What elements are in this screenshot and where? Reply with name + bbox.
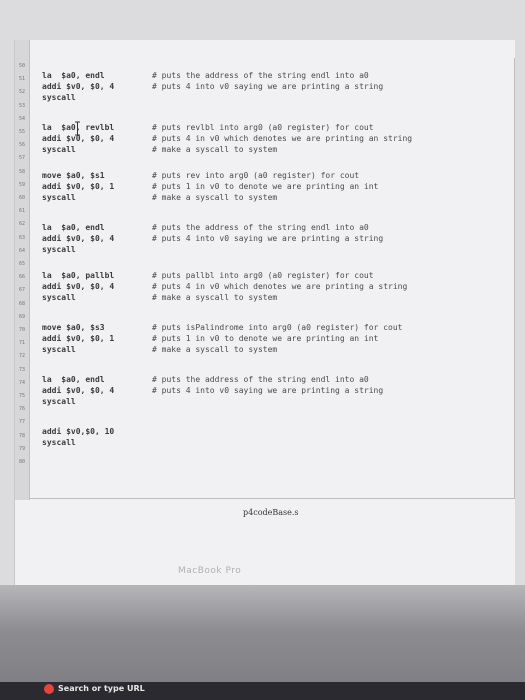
line-number: 52 [18,89,26,96]
line-number: 63 [18,234,26,241]
code-comment: # make a syscall to system [152,193,278,202]
code-comment: # puts 4 into v0 saying we are printing … [152,82,384,91]
code-line: syscall [42,293,76,302]
line-number: 71 [18,340,26,347]
line-number: 51 [18,76,26,83]
line-number: 76 [18,406,26,413]
code-line: syscall [42,397,76,406]
code-line: syscall [42,145,76,154]
line-number: 53 [18,102,26,109]
line-number: 55 [18,129,26,135]
code-line: syscall [42,438,76,447]
document-page: 50 51 52 53 54 55 56 57 58 59 60 61 62 63 64 65 66 67 68 69… [14,40,515,585]
browser-icon[interactable] [44,684,54,694]
line-number: 65 [18,261,26,267]
code-comment: # puts 4 into v0 saying we are printing … [152,234,384,243]
line-number: 68 [18,300,26,307]
line-number: 50 [18,63,26,69]
code-comment: # make a syscall to system [152,345,278,354]
line-number: 69 [18,313,26,320]
code-line: syscall [42,193,76,202]
line-number: 79 [18,445,26,452]
code-comment: # make a syscall to system [152,145,278,154]
file-name: p4codeBase.s [243,508,299,517]
line-number: 57 [18,155,26,162]
line-number: 62 [18,221,26,228]
line-number: 54 [18,115,26,122]
code-line: syscall [42,93,76,102]
code-listing[interactable]: la $a0, endl addi $v0, $0, 4 syscall # puts… [30,58,515,499]
line-number: 64 [18,247,26,254]
line-number: 75 [18,393,26,399]
code-line: syscall [42,245,76,254]
line-number: 72 [18,353,26,360]
line-number: 74 [18,379,26,386]
line-number: 59 [18,181,26,188]
search-label[interactable]: Search or type URL [58,684,145,693]
line-number: 77 [18,419,26,426]
brand-label: MacBook Pro [178,566,242,576]
line-number: 58 [18,168,26,175]
line-number: 80 [18,459,26,465]
line-number: 61 [18,208,26,215]
line-number: 78 [18,432,26,439]
line-number-gutter: 50 51 52 53 54 55 56 57 58 59 60 61 62 63 64 65 66 67 68 69… [15,40,30,500]
line-number: 70 [18,327,26,333]
line-number: 67 [18,287,26,294]
line-number: 66 [18,274,26,281]
line-number: 73 [18,366,26,373]
code-line: syscall [42,345,76,354]
line-number: 56 [18,142,26,149]
code-comment: # puts 4 into v0 saying we are printing … [152,386,384,395]
code-comment: # make a syscall to system [152,293,278,302]
screen: 50 51 52 53 54 55 56 57 58 59 60 61 62 63 64 65 66 67 68 69… [0,0,525,585]
line-number: 60 [18,195,26,201]
